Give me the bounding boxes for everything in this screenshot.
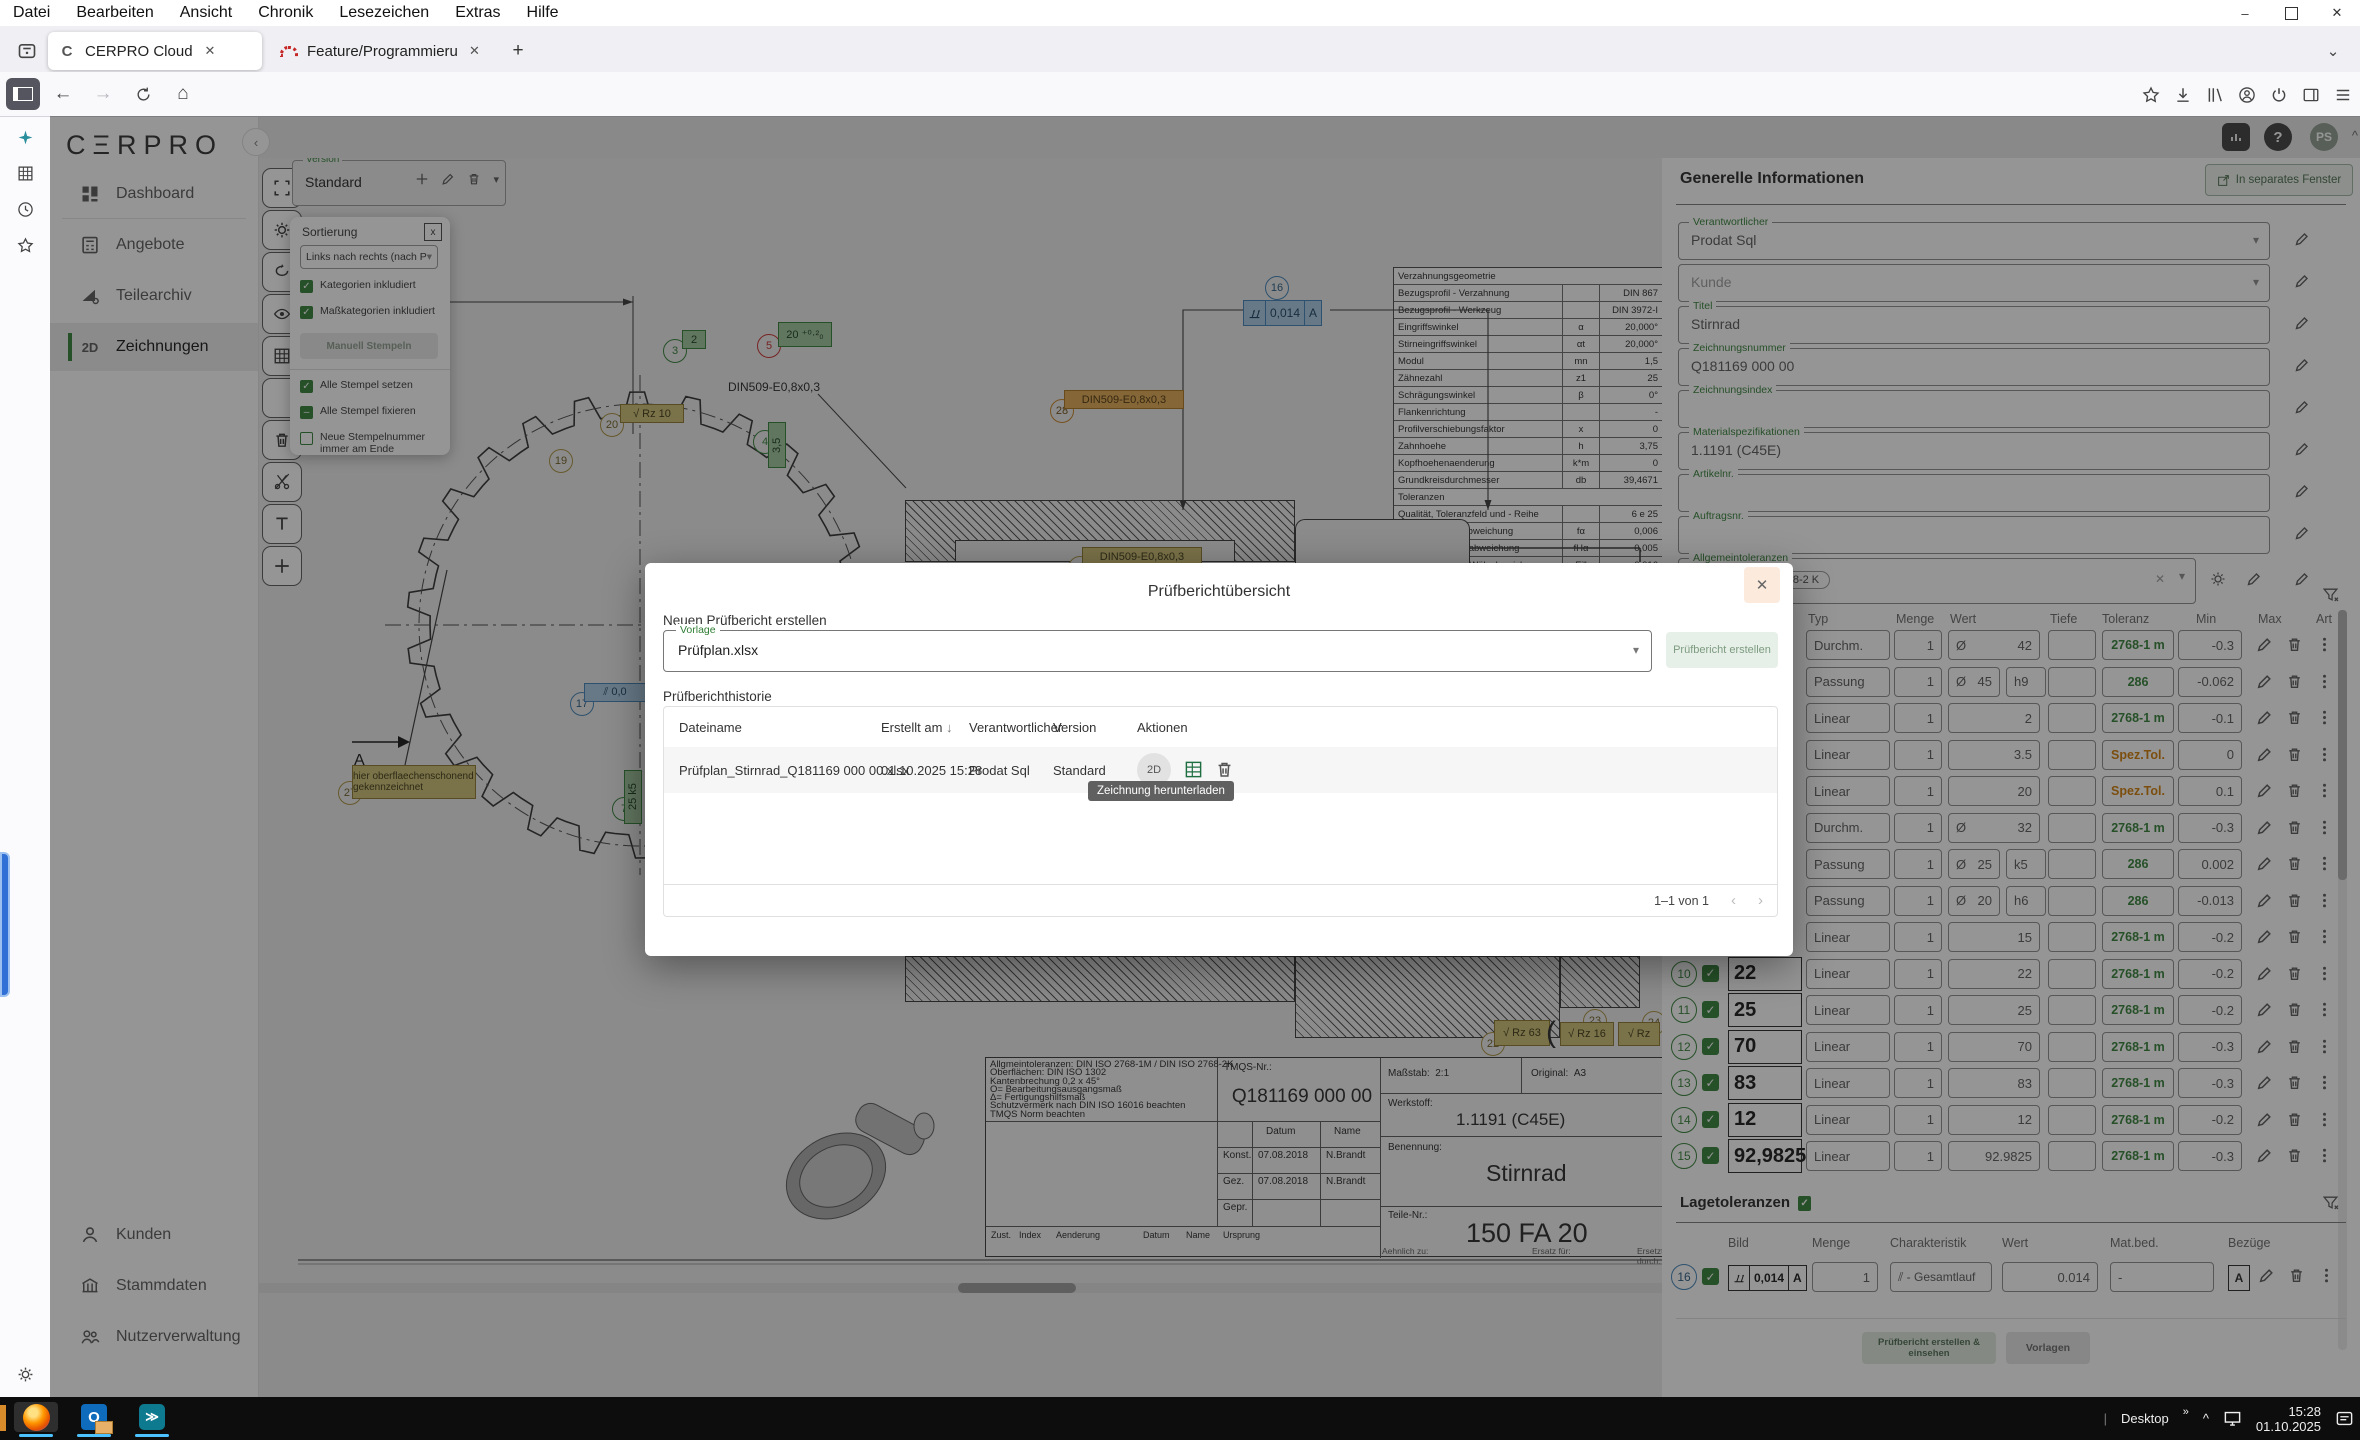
new-tab-button[interactable]: + (500, 32, 536, 70)
sort-desc-icon: ↓ (946, 720, 953, 735)
pagination-text: 1–1 von 1 (1654, 894, 1709, 908)
history-responsible: Prodat Sql (969, 747, 1030, 793)
account-icon[interactable] (2238, 86, 2256, 104)
taskbar-firefox-icon[interactable] (14, 1402, 58, 1432)
menu-extras[interactable]: Extras (442, 2, 513, 24)
window-minimize-button[interactable]: – (2222, 0, 2268, 26)
sidebar-panel-icon[interactable] (2302, 86, 2320, 104)
template-select-value: Prüfplan.xlsx (678, 642, 758, 658)
show-desktop-label[interactable]: Desktop (2121, 1411, 2169, 1426)
tab-label: CERPRO Cloud (85, 43, 193, 60)
window-controls: – ✕ (2222, 0, 2360, 26)
forward-icon[interactable]: → (86, 78, 120, 110)
modal-title: Prüfberichtübersicht (645, 583, 1793, 601)
notification-center-icon[interactable] (2335, 1409, 2354, 1428)
sidebar-settings-gear-icon[interactable] (10, 1359, 40, 1389)
tab-close-icon[interactable]: ✕ (469, 43, 480, 59)
taskbar-app-icon[interactable]: ≫ (130, 1402, 174, 1432)
create-report-button[interactable]: Prüfbericht erstellen (1666, 632, 1778, 668)
bookmarks-icon[interactable] (2142, 86, 2160, 104)
pagination: 1–1 von 1 ‹ › (664, 884, 1777, 916)
download-tooltip: Zeichnung herunterladen (1088, 781, 1234, 801)
col-version[interactable]: Version (1053, 707, 1096, 747)
page-next-icon[interactable]: › (1758, 892, 1763, 909)
firefox-view-icon[interactable] (12, 36, 42, 66)
redmine-favicon (280, 42, 298, 60)
ai-chat-icon[interactable] (10, 122, 40, 152)
downloads-icon[interactable] (2174, 86, 2192, 104)
menu-chronik[interactable]: Chronik (245, 2, 326, 24)
tray-expand-icon[interactable]: ^ (2203, 1411, 2209, 1426)
history-filename: Prüfplan_Stirnrad_Q181169 000 00.xlsx (679, 747, 909, 793)
history-created: 01.10.2025 15:28 (881, 747, 982, 793)
menu-bearbeiten[interactable]: Bearbeiten (63, 2, 166, 24)
browser-tabbar: C CERPRO Cloud ✕ Feature/Programmierung … (0, 26, 2360, 72)
window-maximize-button[interactable] (2268, 0, 2314, 26)
menu-ansicht[interactable]: Ansicht (167, 2, 245, 24)
history-table: Dateiname Erstellt am ↓ Verantwortlicher… (663, 706, 1778, 917)
page-prev-icon[interactable]: ‹ (1731, 892, 1736, 909)
browser-navbar: ← → ⌂ (0, 72, 2360, 117)
browser-menubar: DateiBearbeitenAnsichtChronikLesezeichen… (0, 0, 2360, 26)
taskbar-overflow-chevron[interactable]: » (2183, 1406, 2189, 1418)
sidebar-toggle-icon[interactable] (6, 78, 40, 110)
delete-report-icon[interactable] (1215, 760, 1234, 779)
caret-down-icon: ▾ (1633, 643, 1639, 657)
cut-taskbar-icon (0, 1405, 6, 1431)
window-close-button[interactable]: ✕ (2314, 0, 2360, 26)
power-icon[interactable] (2270, 86, 2288, 104)
pruefbericht-modal: ✕ Prüfberichtübersicht Neuen Prüfbericht… (645, 563, 1793, 956)
taskbar-clock[interactable]: 15:28 01.10.2025 (2256, 1404, 2321, 1434)
menu-lesezeichen[interactable]: Lesezeichen (326, 2, 442, 24)
menu-hilfe[interactable]: Hilfe (514, 2, 572, 24)
bookmarks-sidebar-icon[interactable] (10, 230, 40, 260)
back-icon[interactable]: ← (46, 78, 80, 110)
col-erstellt-am[interactable]: Erstellt am ↓ (881, 707, 953, 747)
menu-datei[interactable]: Datei (0, 2, 63, 24)
containers-icon[interactable] (10, 158, 40, 188)
col-dateiname[interactable]: Dateiname (679, 707, 742, 747)
history-icon[interactable] (10, 194, 40, 224)
collapsed-panel-handle[interactable] (0, 852, 10, 997)
taskbar-outlook-icon[interactable]: O (72, 1402, 116, 1432)
reload-icon[interactable] (126, 78, 160, 110)
library-icon[interactable] (2206, 86, 2224, 104)
col-aktionen: Aktionen (1137, 707, 1188, 747)
tab-list-button[interactable]: ⌄ (2316, 32, 2350, 70)
navbar-right-icons (2142, 78, 2352, 111)
template-select-label: Vorlage (676, 624, 720, 636)
template-select[interactable]: Vorlage Prüfplan.xlsx ▾ (663, 630, 1652, 672)
tab-close-icon[interactable]: ✕ (205, 43, 216, 59)
cerpro-favicon: C (58, 42, 76, 60)
tab-cerpro-cloud[interactable]: C CERPRO Cloud ✕ (48, 32, 262, 70)
taskbar: O ≫ | Desktop » ^ 15:28 01.10.2025 (0, 1397, 2360, 1440)
home-icon[interactable]: ⌂ (166, 78, 200, 110)
col-verantwortlicher[interactable]: Verantwortlicher (969, 707, 1062, 747)
tab-label: Feature/Programmierung #225 (307, 43, 457, 60)
tab-feature-programmierung[interactable]: Feature/Programmierung #225 ✕ (270, 32, 492, 70)
history-label: Prüfberichthistorie (663, 689, 772, 704)
hamburger-menu-icon[interactable] (2334, 86, 2352, 104)
network-icon[interactable] (2223, 1409, 2242, 1428)
download-excel-icon[interactable] (1184, 760, 1203, 779)
firefox-sidebar-strip (0, 116, 51, 1397)
